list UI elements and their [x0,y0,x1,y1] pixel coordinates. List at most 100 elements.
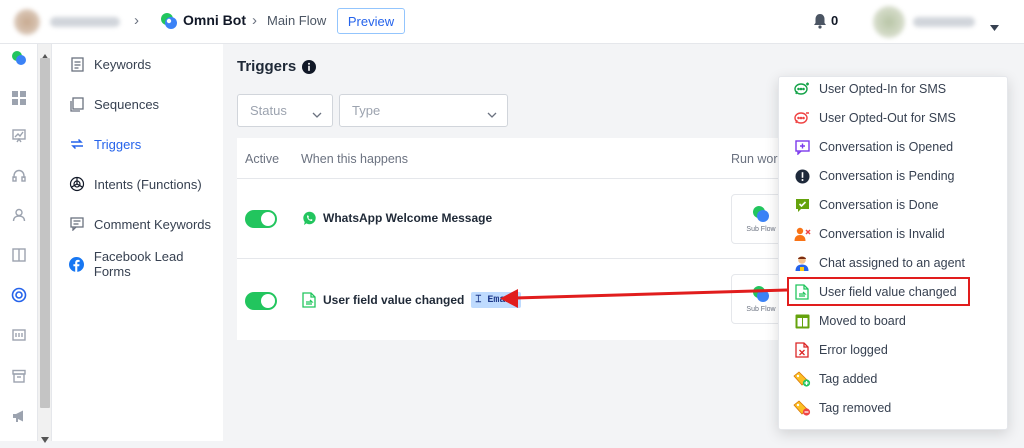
dropdown-item-label: Chat assigned to an agent [819,256,965,270]
invalid-icon [793,225,811,243]
dropdown-item-conversation-invalid[interactable]: Conversation is Invalid [793,224,945,244]
breadcrumb-separator-icon: › [252,12,257,29]
nav-item-keywords[interactable]: Keywords [69,54,151,74]
chevron-down-icon [312,106,322,121]
nav-item-facebook-lead-forms[interactable]: Facebook Lead Forms [69,249,223,279]
status-filter-placeholder: Status [250,103,287,118]
top-bar: › Omni Bot › Main Flow Preview 0 [0,0,1024,44]
megaphone-icon[interactable] [11,408,27,424]
text-cursor-icon: ⌶ [475,295,488,306]
preview-button[interactable]: Preview [337,8,405,34]
lifebuoy-icon[interactable] [11,287,27,303]
conversation-opened-icon [793,138,811,156]
user-avatar[interactable] [873,6,905,38]
chevron-down-icon [487,106,497,121]
icon-rail [0,44,38,441]
active-toggle[interactable] [245,210,277,228]
type-filter-placeholder: Type [352,103,381,118]
active-toggle[interactable] [245,292,277,310]
archive-icon[interactable] [11,368,27,384]
dropdown-item-label: Conversation is Opened [819,140,954,154]
nav-item-label: Sequences [94,96,160,112]
field-changed-icon [301,292,317,308]
info-icon[interactable] [302,59,317,74]
board-icon[interactable] [11,247,27,263]
workspace-avatar[interactable] [14,9,40,35]
dropdown-item-tag-removed[interactable]: Tag removed [793,398,891,418]
board-icon [793,312,811,330]
table-row[interactable]: WhatsApp Welcome Message Sub Flow [237,178,797,258]
dropdown-item-label: Conversation is Done [819,198,939,212]
nav-item-comment-keywords[interactable]: Comment Keywords [69,214,211,234]
dropdown-item-conversation-pending[interactable]: Conversation is Pending [793,166,955,186]
tag-removed-icon [793,399,811,417]
dropdown-item-moved-to-board[interactable]: Moved to board [793,311,906,331]
header-when: When this happens [301,152,409,166]
chevron-down-icon[interactable] [990,18,999,36]
dropdown-item-conversation-opened[interactable]: Conversation is Opened [793,137,953,157]
triggers-table: Active When this happens Run wor WhatsAp… [237,138,797,340]
sidebar-scrollbar[interactable] [38,44,52,443]
headset-icon[interactable] [11,168,27,184]
user-name[interactable] [913,17,975,27]
bell-icon[interactable] [813,13,827,34]
nav-item-sequences[interactable]: Sequences [69,94,159,114]
dropdown-item-label: Conversation is Invalid [819,227,945,241]
page-title-text: Triggers [237,58,297,75]
field-chip-label: Email [487,295,518,306]
field-chip[interactable]: ⌶ Email [471,292,522,308]
scroll-down-icon[interactable] [41,430,49,448]
dropdown-item-label: Moved to board [819,314,906,328]
dropdown-item-label: Error logged [819,343,888,357]
sub-flow-icon [753,206,769,222]
highlight-box [787,277,970,306]
error-icon [793,341,811,359]
swap-arrows-icon [69,136,85,152]
bot-name[interactable]: Omni Bot [183,12,246,28]
dropdown-item-tag-added[interactable]: Tag added [793,369,877,389]
trigger-name[interactable]: User field value changed ⌶ Email [301,292,522,308]
dropdown-item-error-logged[interactable]: Error logged [793,340,888,360]
dropdown-item-label: User Opted-Out for SMS [819,111,956,125]
trigger-name[interactable]: WhatsApp Welcome Message [301,210,492,226]
sub-flow-icon [753,286,769,302]
header-run: Run wor [731,152,778,166]
facebook-icon [69,256,85,272]
dropdown-item-label: Tag added [819,372,878,386]
dashboard-icon[interactable] [11,90,27,106]
dropdown-item-chat-assigned[interactable]: Chat assigned to an agent [793,253,965,273]
page-title: Triggers [237,58,317,75]
nav-item-intents[interactable]: Intents (Functions) [69,174,202,194]
nav-item-triggers[interactable]: Triggers [69,134,141,154]
done-icon [793,196,811,214]
header-active: Active [245,152,280,166]
analytics-icon[interactable] [11,128,27,144]
status-filter[interactable]: Status [237,94,333,127]
dropdown-item-label: Tag removed [819,401,892,415]
trigger-label: User field value changed [323,293,465,307]
nav-item-label: Facebook Lead Forms [93,249,184,279]
scroll-thumb[interactable] [40,58,50,408]
agent-icon [793,254,811,272]
dropdown-item-conversation-done[interactable]: Conversation is Done [793,195,939,215]
sms-optin-icon [793,80,811,98]
breadcrumb-separator-icon: › [134,12,139,29]
dropdown-item-sms-optin[interactable]: User Opted-In for SMS [793,79,946,99]
trigger-type-dropdown: User Opted-In for SMS User Opted-Out for… [778,76,1008,430]
dropdown-item-sms-optout[interactable]: User Opted-Out for SMS [793,108,956,128]
omni-bot-icon [160,12,178,35]
user-icon[interactable] [11,207,27,223]
reports-icon[interactable] [11,327,27,343]
trigger-label: WhatsApp Welcome Message [323,211,493,225]
notification-count[interactable]: 0 [831,13,838,28]
table-row[interactable]: User field value changed ⌶ Email Sub Flo… [237,258,797,338]
type-filter[interactable]: Type [339,94,508,127]
flow-name[interactable]: Main Flow [267,13,326,28]
nav-item-label: Triggers [94,136,142,152]
comment-icon [69,216,85,232]
omni-bot-icon[interactable] [11,50,27,66]
workspace-name[interactable] [50,17,120,27]
dropdown-item-label: User Opted-In for SMS [819,82,947,96]
sequences-icon [69,96,85,112]
openai-icon [69,176,85,192]
